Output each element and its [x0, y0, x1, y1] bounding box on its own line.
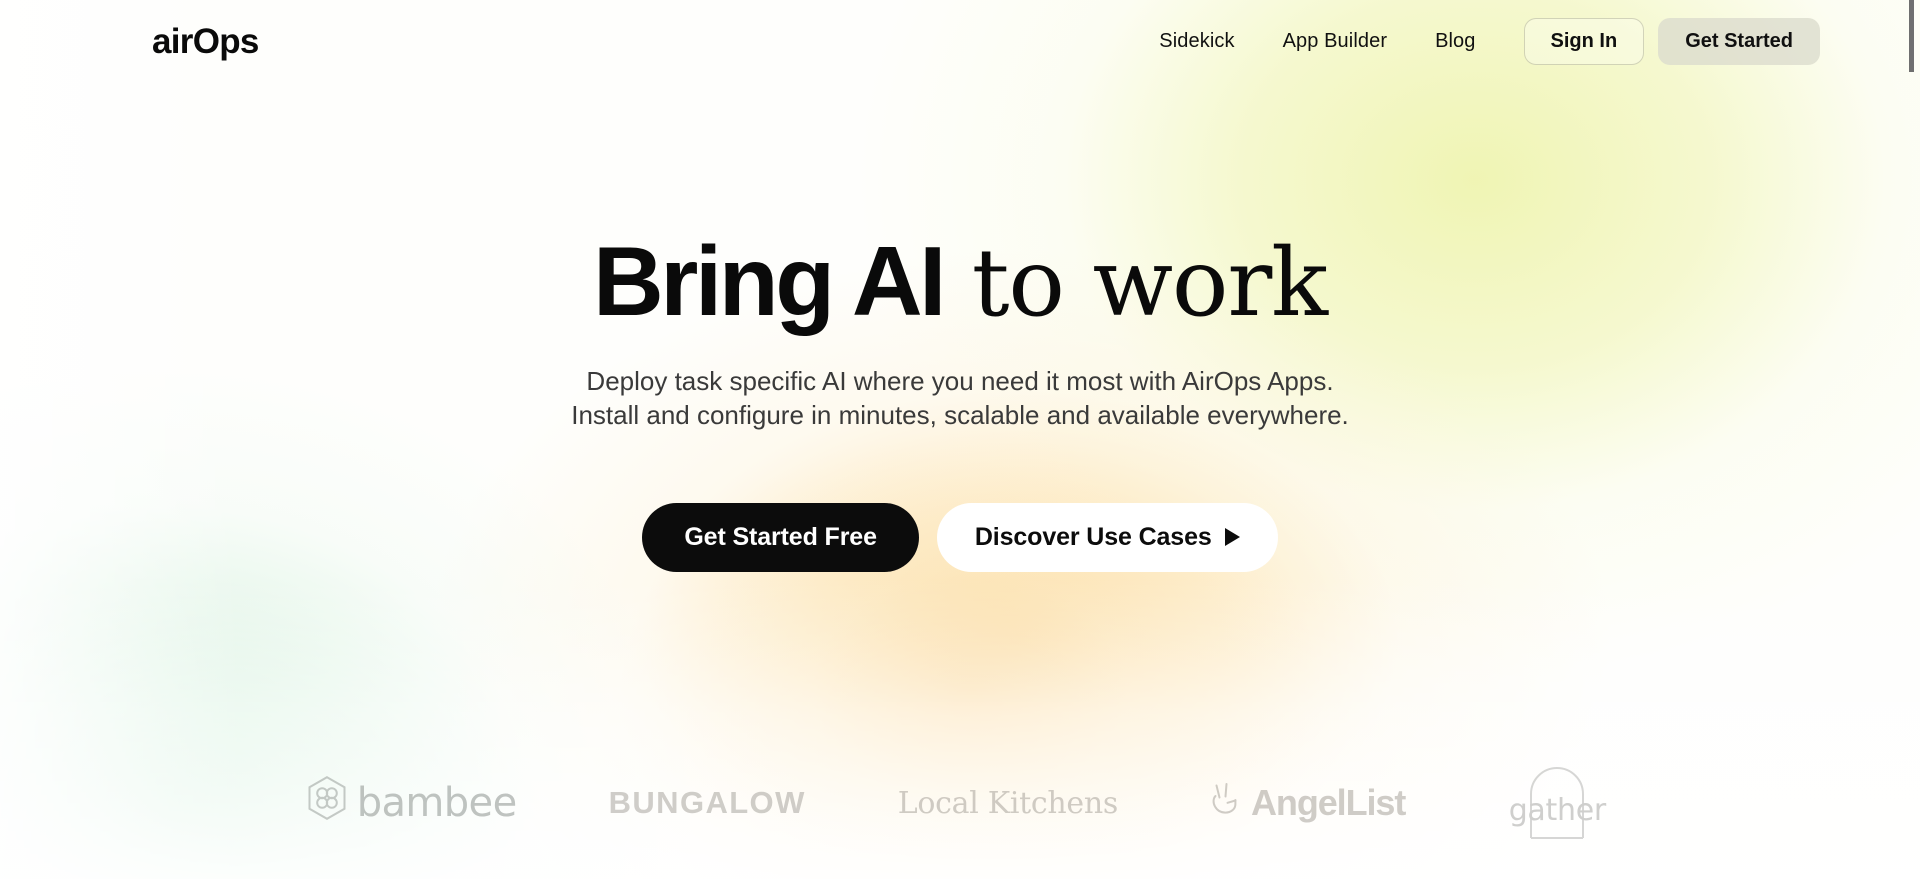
bambee-wordmark: bambee [356, 780, 517, 826]
play-triangle-icon [1224, 528, 1240, 547]
hero-section: Bring AI to work Deploy task specific AI… [0, 0, 1920, 572]
bungalow-wordmark: BUNGALOW [608, 785, 806, 820]
logo-bungalow: BUNGALOW [609, 768, 806, 838]
logo-gather: gather [1497, 767, 1617, 839]
headline-serif-part: to work [942, 229, 1328, 338]
bambee-hex-flower-icon [303, 774, 351, 832]
scrollbar-thumb[interactable] [1909, 0, 1914, 72]
angellist-wordmark: AngelList [1251, 782, 1406, 823]
hero-subtitle-line-2: Install and configure in minutes, scalab… [571, 399, 1349, 430]
page-root: airOps Sidekick App Builder Blog Sign In… [0, 0, 1920, 879]
discover-use-cases-label: Discover Use Cases [974, 522, 1212, 551]
discover-use-cases-button[interactable]: Discover Use Cases [936, 502, 1278, 572]
peace-hand-icon [1210, 780, 1242, 827]
hero-cta-row: Get Started Free Discover Use Cases [0, 502, 1920, 572]
hero-subtitle: Deploy task specific AI where you need i… [0, 365, 1920, 433]
customer-logo-strip: bambee BUNGALOW Local Kitchens AngelList… [0, 767, 1920, 839]
local-kitchens-wordmark: Local Kitchens [897, 785, 1119, 821]
logo-angellist: AngelList [1210, 768, 1406, 838]
get-started-free-button[interactable]: Get Started Free [642, 502, 919, 572]
page-title: Bring AI to work [0, 232, 1920, 331]
gather-wordmark: gather [1508, 792, 1607, 828]
page-scrollbar[interactable] [1903, 0, 1920, 879]
logo-bambee: bambee [303, 768, 517, 838]
logo-local-kitchens: Local Kitchens [897, 768, 1119, 838]
headline-bold-part: Bring AI [592, 226, 946, 336]
page-content: airOps Sidekick App Builder Blog Sign In… [0, 0, 1920, 879]
hero-subtitle-line-1: Deploy task specific AI where you need i… [586, 366, 1334, 396]
